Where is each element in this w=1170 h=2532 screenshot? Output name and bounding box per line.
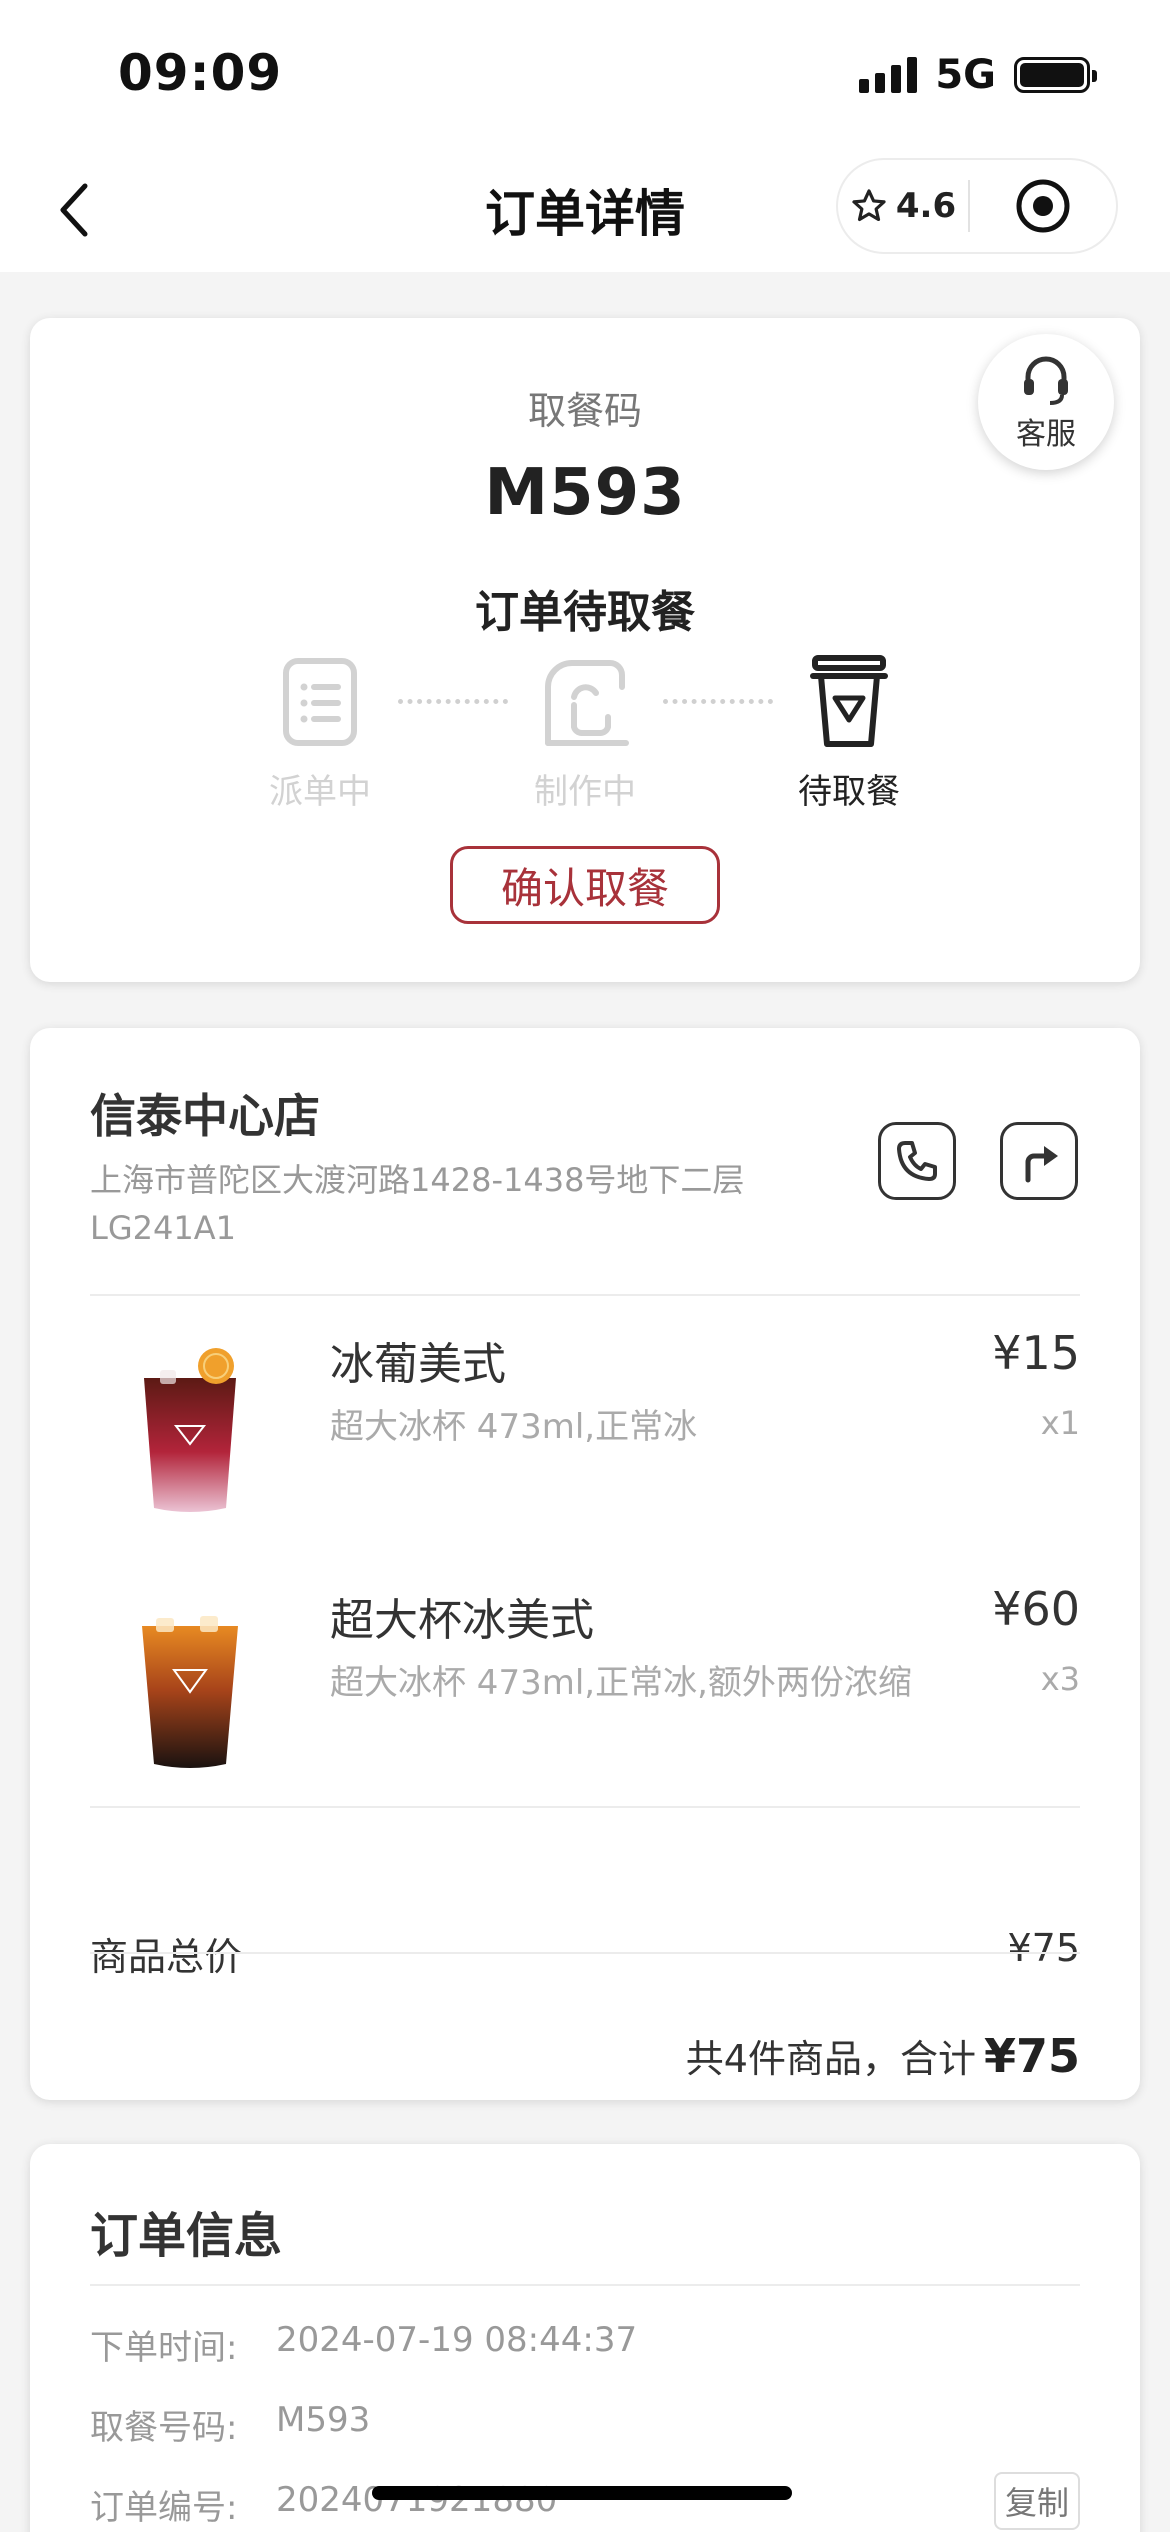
- divider: [90, 1952, 1080, 1954]
- item-options: 超大冰杯 473ml,正常冰: [330, 1407, 698, 1447]
- item-price: ¥15: [992, 1326, 1080, 1380]
- pickup-cup-icon: [810, 655, 888, 747]
- status-icons: 5G: [859, 52, 1097, 98]
- divider: [90, 2284, 1080, 2286]
- item-name: 冰葡美式: [330, 1339, 506, 1390]
- item-quantity: x3: [1040, 1660, 1080, 1698]
- mini-program-capsule: 4.6: [836, 158, 1118, 254]
- order-summary: 共4件商品，合计 ¥75: [686, 2028, 1080, 2083]
- pickup-code: M593: [484, 456, 686, 530]
- home-indicator: [372, 2486, 792, 2500]
- item-name: 超大杯冰美式: [330, 1595, 594, 1646]
- summary-total: ¥75: [983, 2029, 1080, 2083]
- order-time-row: 下单时间: 2024-07-19 08:44:37: [90, 2320, 637, 2369]
- item-options: 超大冰杯 473ml,正常冰,额外两份浓缩: [330, 1663, 912, 1703]
- customer-service-label: 客服: [1016, 417, 1076, 452]
- order-list-icon: [283, 658, 357, 746]
- directions-icon: [1025, 1146, 1058, 1183]
- status-time: 09:09: [118, 44, 283, 102]
- info-key: 订单编号:: [90, 2488, 238, 2528]
- rating-button[interactable]: 4.6: [838, 186, 968, 226]
- item-quantity: x1: [1040, 1404, 1080, 1442]
- large-iced-americano-image: [142, 1616, 238, 1768]
- pickup-code-label: 取餐码: [527, 389, 642, 433]
- target-icon: [1016, 179, 1070, 233]
- step-dispatching: 派单中: [230, 654, 410, 813]
- step-making: 制作中: [495, 654, 675, 813]
- store-name: 信泰中心店: [90, 1089, 320, 1143]
- status-bar: 09:09 5G: [0, 0, 1170, 150]
- step-ready-for-pickup: 待取餐: [759, 654, 939, 813]
- navigate-button[interactable]: [1000, 1122, 1078, 1200]
- order-status: 订单待取餐: [475, 587, 695, 638]
- call-store-button[interactable]: [878, 1122, 956, 1200]
- store-card: 信泰中心店 上海市普陀区大渡河路1428-1438号地下二层LG241A1 冰葡…: [30, 1028, 1140, 2100]
- info-key: 下单时间:: [90, 2328, 238, 2368]
- store-address: 上海市普陀区大渡河路1428-1438号地下二层LG241A1: [90, 1161, 745, 1247]
- customer-service-button[interactable]: 客服: [978, 334, 1114, 470]
- divider: [90, 1294, 1080, 1296]
- step-connector: [663, 699, 773, 704]
- nav-bar: 订单详情 4.6: [0, 150, 1170, 272]
- item-price: ¥60: [992, 1582, 1080, 1636]
- coffee-machine-icon: [545, 660, 629, 746]
- rating-value: 4.6: [895, 186, 957, 226]
- signal-icon: [859, 57, 918, 93]
- pickup-card: 取餐码 M593 订单待取餐 客服 派单中 制作中 待取餐 确认取餐: [30, 318, 1140, 982]
- confirm-pickup-button[interactable]: 确认取餐: [450, 846, 720, 924]
- divider: [90, 1806, 1080, 1808]
- copy-order-number-button[interactable]: 复制: [994, 2472, 1080, 2530]
- phone-icon: [897, 1141, 937, 1181]
- step-label: 派单中: [269, 772, 371, 812]
- subtotal-value: ¥75: [1007, 1926, 1080, 1970]
- iced-grape-americano-image: [144, 1348, 236, 1512]
- headset-icon: [1024, 356, 1068, 405]
- pickup-number-row: 取餐号码: M593: [90, 2400, 370, 2449]
- info-value: 2024-07-19 08:44:37: [276, 2320, 638, 2360]
- star-icon: [852, 189, 886, 222]
- step-connector: [398, 699, 508, 704]
- battery-icon: [1014, 57, 1097, 93]
- step-label: 待取餐: [798, 772, 900, 812]
- info-value: M593: [276, 2400, 371, 2440]
- summary-prefix: 共4件商品，合计: [685, 2037, 976, 2081]
- close-mini-program-button[interactable]: [970, 178, 1116, 234]
- info-key: 取餐号码:: [90, 2408, 238, 2448]
- order-info-title: 订单信息: [90, 2208, 283, 2264]
- network-type: 5G: [935, 52, 996, 98]
- order-info-card: 订单信息 下单时间: 2024-07-19 08:44:37 取餐号码: M59…: [30, 2144, 1140, 2532]
- step-label: 制作中: [534, 772, 636, 812]
